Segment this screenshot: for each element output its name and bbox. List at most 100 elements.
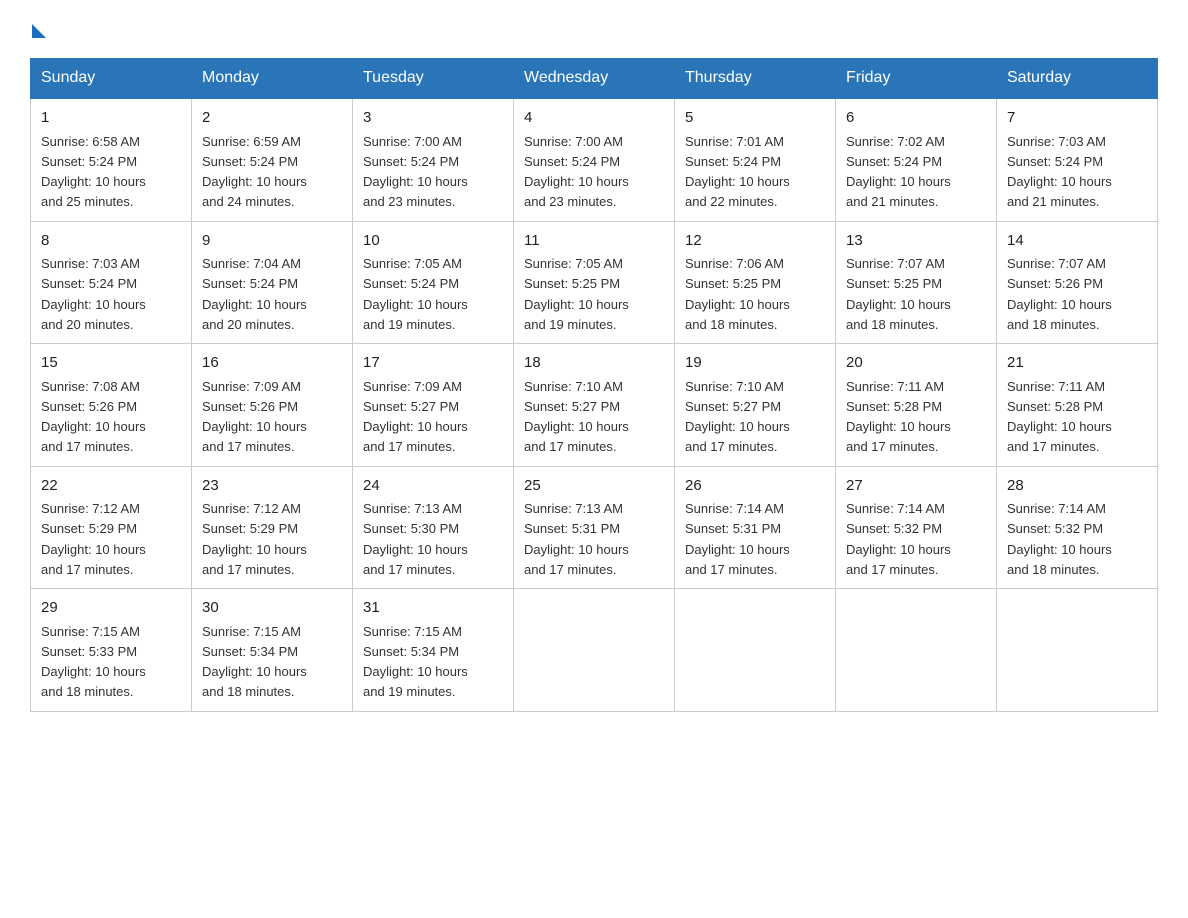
day-cell: 26 Sunrise: 7:14 AMSunset: 5:31 PMDaylig… [675, 466, 836, 589]
day-cell [675, 589, 836, 712]
week-row-4: 22 Sunrise: 7:12 AMSunset: 5:29 PMDaylig… [31, 466, 1158, 589]
day-info: Sunrise: 7:15 AMSunset: 5:34 PMDaylight:… [202, 624, 307, 700]
day-number: 11 [524, 230, 664, 253]
day-number: 9 [202, 230, 342, 253]
day-cell: 3 Sunrise: 7:00 AMSunset: 5:24 PMDayligh… [353, 98, 514, 221]
day-number: 19 [685, 352, 825, 375]
page-header [30, 20, 1158, 38]
day-number: 8 [41, 230, 181, 253]
day-number: 21 [1007, 352, 1147, 375]
header-row: SundayMondayTuesdayWednesdayThursdayFrid… [31, 59, 1158, 99]
day-info: Sunrise: 7:03 AMSunset: 5:24 PMDaylight:… [1007, 134, 1112, 210]
day-cell: 31 Sunrise: 7:15 AMSunset: 5:34 PMDaylig… [353, 589, 514, 712]
day-info: Sunrise: 7:15 AMSunset: 5:34 PMDaylight:… [363, 624, 468, 700]
day-info: Sunrise: 7:03 AMSunset: 5:24 PMDaylight:… [41, 256, 146, 332]
week-row-3: 15 Sunrise: 7:08 AMSunset: 5:26 PMDaylig… [31, 344, 1158, 467]
day-number: 16 [202, 352, 342, 375]
day-info: Sunrise: 7:14 AMSunset: 5:32 PMDaylight:… [1007, 501, 1112, 577]
day-info: Sunrise: 7:11 AMSunset: 5:28 PMDaylight:… [1007, 379, 1112, 455]
day-number: 1 [41, 107, 181, 130]
day-cell: 15 Sunrise: 7:08 AMSunset: 5:26 PMDaylig… [31, 344, 192, 467]
col-header-thursday: Thursday [675, 59, 836, 99]
week-row-2: 8 Sunrise: 7:03 AMSunset: 5:24 PMDayligh… [31, 221, 1158, 344]
day-cell: 18 Sunrise: 7:10 AMSunset: 5:27 PMDaylig… [514, 344, 675, 467]
day-number: 30 [202, 597, 342, 620]
col-header-wednesday: Wednesday [514, 59, 675, 99]
day-info: Sunrise: 7:10 AMSunset: 5:27 PMDaylight:… [524, 379, 629, 455]
day-cell: 14 Sunrise: 7:07 AMSunset: 5:26 PMDaylig… [997, 221, 1158, 344]
week-row-1: 1 Sunrise: 6:58 AMSunset: 5:24 PMDayligh… [31, 98, 1158, 221]
day-info: Sunrise: 7:00 AMSunset: 5:24 PMDaylight:… [363, 134, 468, 210]
day-number: 27 [846, 475, 986, 498]
day-cell: 23 Sunrise: 7:12 AMSunset: 5:29 PMDaylig… [192, 466, 353, 589]
day-info: Sunrise: 7:14 AMSunset: 5:31 PMDaylight:… [685, 501, 790, 577]
day-number: 14 [1007, 230, 1147, 253]
day-info: Sunrise: 7:08 AMSunset: 5:26 PMDaylight:… [41, 379, 146, 455]
day-cell: 24 Sunrise: 7:13 AMSunset: 5:30 PMDaylig… [353, 466, 514, 589]
day-info: Sunrise: 7:10 AMSunset: 5:27 PMDaylight:… [685, 379, 790, 455]
col-header-saturday: Saturday [997, 59, 1158, 99]
day-number: 31 [363, 597, 503, 620]
day-cell: 19 Sunrise: 7:10 AMSunset: 5:27 PMDaylig… [675, 344, 836, 467]
col-header-tuesday: Tuesday [353, 59, 514, 99]
day-number: 25 [524, 475, 664, 498]
day-info: Sunrise: 7:14 AMSunset: 5:32 PMDaylight:… [846, 501, 951, 577]
day-number: 7 [1007, 107, 1147, 130]
day-cell: 13 Sunrise: 7:07 AMSunset: 5:25 PMDaylig… [836, 221, 997, 344]
day-number: 15 [41, 352, 181, 375]
day-info: Sunrise: 7:11 AMSunset: 5:28 PMDaylight:… [846, 379, 951, 455]
calendar-table: SundayMondayTuesdayWednesdayThursdayFrid… [30, 58, 1158, 712]
day-cell: 29 Sunrise: 7:15 AMSunset: 5:33 PMDaylig… [31, 589, 192, 712]
day-cell: 28 Sunrise: 7:14 AMSunset: 5:32 PMDaylig… [997, 466, 1158, 589]
day-cell: 20 Sunrise: 7:11 AMSunset: 5:28 PMDaylig… [836, 344, 997, 467]
day-info: Sunrise: 7:04 AMSunset: 5:24 PMDaylight:… [202, 256, 307, 332]
day-info: Sunrise: 7:07 AMSunset: 5:26 PMDaylight:… [1007, 256, 1112, 332]
day-number: 26 [685, 475, 825, 498]
day-cell [997, 589, 1158, 712]
col-header-monday: Monday [192, 59, 353, 99]
day-info: Sunrise: 7:01 AMSunset: 5:24 PMDaylight:… [685, 134, 790, 210]
day-cell: 7 Sunrise: 7:03 AMSunset: 5:24 PMDayligh… [997, 98, 1158, 221]
day-cell [514, 589, 675, 712]
day-info: Sunrise: 6:59 AMSunset: 5:24 PMDaylight:… [202, 134, 307, 210]
day-info: Sunrise: 7:02 AMSunset: 5:24 PMDaylight:… [846, 134, 951, 210]
day-info: Sunrise: 7:09 AMSunset: 5:26 PMDaylight:… [202, 379, 307, 455]
day-cell: 8 Sunrise: 7:03 AMSunset: 5:24 PMDayligh… [31, 221, 192, 344]
day-info: Sunrise: 7:07 AMSunset: 5:25 PMDaylight:… [846, 256, 951, 332]
day-number: 10 [363, 230, 503, 253]
day-number: 28 [1007, 475, 1147, 498]
day-number: 23 [202, 475, 342, 498]
day-cell: 4 Sunrise: 7:00 AMSunset: 5:24 PMDayligh… [514, 98, 675, 221]
day-cell: 1 Sunrise: 6:58 AMSunset: 5:24 PMDayligh… [31, 98, 192, 221]
day-cell [836, 589, 997, 712]
day-number: 18 [524, 352, 664, 375]
day-number: 3 [363, 107, 503, 130]
day-info: Sunrise: 7:12 AMSunset: 5:29 PMDaylight:… [41, 501, 146, 577]
day-cell: 17 Sunrise: 7:09 AMSunset: 5:27 PMDaylig… [353, 344, 514, 467]
day-number: 5 [685, 107, 825, 130]
day-number: 6 [846, 107, 986, 130]
day-cell: 11 Sunrise: 7:05 AMSunset: 5:25 PMDaylig… [514, 221, 675, 344]
week-row-5: 29 Sunrise: 7:15 AMSunset: 5:33 PMDaylig… [31, 589, 1158, 712]
day-number: 12 [685, 230, 825, 253]
day-info: Sunrise: 6:58 AMSunset: 5:24 PMDaylight:… [41, 134, 146, 210]
day-info: Sunrise: 7:09 AMSunset: 5:27 PMDaylight:… [363, 379, 468, 455]
day-info: Sunrise: 7:13 AMSunset: 5:30 PMDaylight:… [363, 501, 468, 577]
logo [30, 20, 46, 38]
day-info: Sunrise: 7:06 AMSunset: 5:25 PMDaylight:… [685, 256, 790, 332]
day-number: 24 [363, 475, 503, 498]
col-header-friday: Friday [836, 59, 997, 99]
day-cell: 10 Sunrise: 7:05 AMSunset: 5:24 PMDaylig… [353, 221, 514, 344]
day-cell: 22 Sunrise: 7:12 AMSunset: 5:29 PMDaylig… [31, 466, 192, 589]
day-number: 22 [41, 475, 181, 498]
day-cell: 2 Sunrise: 6:59 AMSunset: 5:24 PMDayligh… [192, 98, 353, 221]
day-cell: 12 Sunrise: 7:06 AMSunset: 5:25 PMDaylig… [675, 221, 836, 344]
day-cell: 27 Sunrise: 7:14 AMSunset: 5:32 PMDaylig… [836, 466, 997, 589]
day-number: 13 [846, 230, 986, 253]
day-number: 2 [202, 107, 342, 130]
day-cell: 30 Sunrise: 7:15 AMSunset: 5:34 PMDaylig… [192, 589, 353, 712]
day-number: 20 [846, 352, 986, 375]
day-number: 17 [363, 352, 503, 375]
day-number: 4 [524, 107, 664, 130]
day-info: Sunrise: 7:13 AMSunset: 5:31 PMDaylight:… [524, 501, 629, 577]
